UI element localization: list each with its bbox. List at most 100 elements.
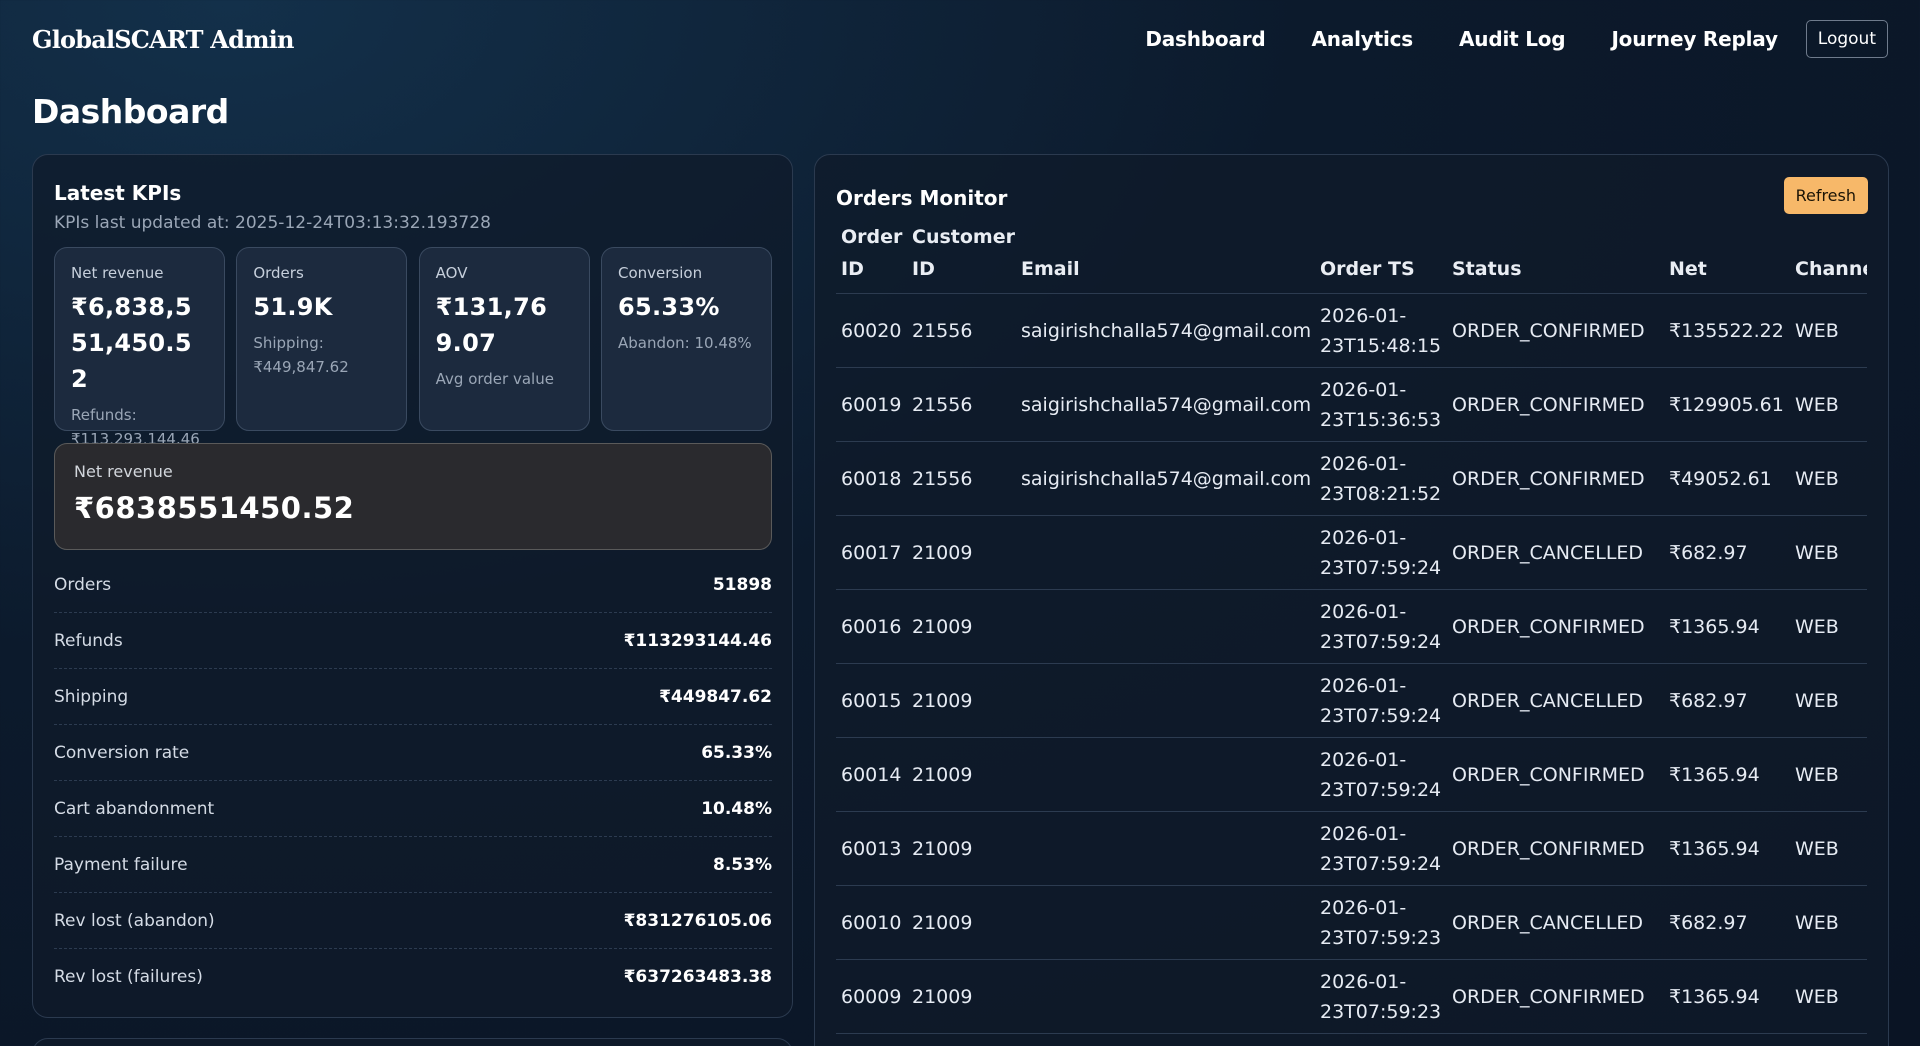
col-email[interactable]: Email <box>1016 221 1315 294</box>
cell-order-id: 60014 <box>836 737 907 812</box>
table-row[interactable]: 60017 21009 2026-01-23T07:59:24 ORDER_CA… <box>836 515 1867 590</box>
col-customer-id[interactable]: Customer ID <box>907 221 1016 294</box>
table-row[interactable]: 60014 21009 2026-01-23T07:59:24 ORDER_CO… <box>836 737 1867 812</box>
kpi-row-label: Cart abandonment <box>54 798 215 819</box>
net-revenue-highlight: Net revenue ₹6838551450.52 <box>54 443 772 550</box>
nav-dashboard[interactable]: Dashboard <box>1145 27 1265 51</box>
cell-status: ORDER_CONFIRMED <box>1447 293 1664 368</box>
cell-status: ORDER_CANCELLED <box>1447 663 1664 738</box>
orders-table-container[interactable]: Order ID Customer ID Email Order TS Stat… <box>836 221 1867 1034</box>
cell-status: ORDER_CONFIRMED <box>1447 737 1664 812</box>
orders-table-header: Order ID Customer ID Email Order TS Stat… <box>836 221 1867 294</box>
cell-status: ORDER_CONFIRMED <box>1447 959 1664 1034</box>
kpi-row-label: Conversion rate <box>54 742 190 763</box>
table-row[interactable]: 60020 21556 saigirishchalla574@gmail.com… <box>836 293 1867 368</box>
orders-monitor-card: Orders Monitor Refresh Order ID Customer… <box>814 154 1889 1046</box>
kpi-row-orders: Orders 51898 <box>54 557 772 613</box>
refresh-button[interactable]: Refresh <box>1783 177 1868 214</box>
kpis-header: Latest KPIs KPIs last updated at: 2025-1… <box>54 181 491 233</box>
kpi-row-rev-lost-abandon: Rev lost (abandon) ₹831276105.06 <box>54 893 772 949</box>
cell-order-id: 60017 <box>836 515 907 590</box>
tile-sub: Shipping: ₹449,847.62 <box>253 334 349 376</box>
kpi-row-value: 8.53% <box>713 854 772 875</box>
col-channel[interactable]: Channel <box>1790 221 1867 294</box>
cell-customer-id: 21009 <box>907 811 1016 886</box>
kpi-row-label: Payment failure <box>54 854 188 875</box>
cell-email <box>1016 589 1315 664</box>
cell-order-ts: 2026-01-23T07:59:23 <box>1315 885 1447 960</box>
col-net[interactable]: Net <box>1664 221 1790 294</box>
highlight-label: Net revenue <box>74 462 173 481</box>
kpi-row-value: 51898 <box>712 574 772 595</box>
cell-net: ₹682.97 <box>1664 885 1790 960</box>
kpi-detail-list: Orders 51898 Refunds ₹113293144.46 Shipp… <box>54 557 772 1005</box>
cell-net: ₹1365.94 <box>1664 589 1790 664</box>
col-status[interactable]: Status <box>1447 221 1664 294</box>
kpi-row-value: ₹637263483.38 <box>623 967 772 987</box>
kpi-row-value: ₹831276105.06 <box>623 910 772 931</box>
kpi-row-payment-failure: Payment failure 8.53% <box>54 837 772 893</box>
cell-customer-id: 21556 <box>907 367 1016 442</box>
cell-email: saigirishchalla574@gmail.com <box>1016 293 1315 368</box>
cell-order-id: 60009 <box>836 959 907 1034</box>
kpi-tiles: Net revenue ₹6,838,551,450.52 Refunds: ₹… <box>54 247 772 448</box>
secondary-card <box>32 1038 793 1046</box>
nav-audit-log[interactable]: Audit Log <box>1459 27 1566 51</box>
cell-order-id: 60020 <box>836 293 907 368</box>
nav-journey-replay[interactable]: Journey Replay <box>1611 27 1778 51</box>
tile-value: 65.33% <box>617 293 720 321</box>
cell-status: ORDER_CANCELLED <box>1447 885 1664 960</box>
cell-email <box>1016 885 1315 960</box>
table-row[interactable]: 60016 21009 2026-01-23T07:59:24 ORDER_CO… <box>836 589 1867 664</box>
cell-channel: WEB <box>1790 589 1867 664</box>
tile-value: 51.9K <box>253 293 333 321</box>
cell-net: ₹1365.94 <box>1664 959 1790 1034</box>
tile-label: Orders <box>253 264 304 282</box>
cell-order-id: 60018 <box>836 441 907 516</box>
table-row[interactable]: 60018 21556 saigirishchalla574@gmail.com… <box>836 441 1867 516</box>
kpi-row-label: Orders <box>54 574 112 595</box>
cell-email: saigirishchalla574@gmail.com <box>1016 441 1315 516</box>
app-brand: GlobalSCART Admin <box>32 24 294 54</box>
kpi-tile-conversion: Conversion 65.33% Abandon: 10.48% <box>600 247 772 431</box>
table-row[interactable]: 60013 21009 2026-01-23T07:59:24 ORDER_CO… <box>836 811 1867 886</box>
nav-analytics[interactable]: Analytics <box>1312 27 1414 51</box>
cell-order-ts: 2026-01-23T15:36:53 <box>1315 367 1447 442</box>
cell-order-ts: 2026-01-23T07:59:24 <box>1315 737 1447 812</box>
kpi-row-label: Rev lost (abandon) <box>54 910 215 931</box>
cell-order-ts: 2026-01-23T07:59:24 <box>1315 811 1447 886</box>
tile-label: Net revenue <box>71 264 164 282</box>
cell-order-ts: 2026-01-23T08:21:52 <box>1315 441 1447 516</box>
table-row[interactable]: 60015 21009 2026-01-23T07:59:24 ORDER_CA… <box>836 663 1867 738</box>
kpi-row-label: Refunds <box>54 630 123 651</box>
cell-net: ₹1365.94 <box>1664 811 1790 886</box>
col-order-ts[interactable]: Order TS <box>1315 221 1447 294</box>
cell-email <box>1016 959 1315 1034</box>
latest-kpis-card: Latest KPIs KPIs last updated at: 2025-1… <box>32 154 793 1018</box>
kpi-row-cart-abandonment: Cart abandonment 10.48% <box>54 781 772 837</box>
cell-channel: WEB <box>1790 293 1867 368</box>
cell-order-id: 60010 <box>836 885 907 960</box>
cell-status: ORDER_CONFIRMED <box>1447 441 1664 516</box>
orders-title: Orders Monitor <box>836 186 1008 210</box>
cell-customer-id: 21556 <box>907 293 1016 368</box>
kpi-row-value: ₹449847.62 <box>659 686 772 707</box>
cell-channel: WEB <box>1790 515 1867 590</box>
table-row[interactable]: 60019 21556 saigirishchalla574@gmail.com… <box>836 367 1867 442</box>
cell-net: ₹682.97 <box>1664 515 1790 590</box>
kpi-row-value: ₹113293144.46 <box>623 630 772 651</box>
tile-value: ₹6,838,551,450.52 <box>71 293 192 393</box>
col-order-id[interactable]: Order ID <box>836 221 907 294</box>
cell-order-ts: 2026-01-23T07:59:23 <box>1315 959 1447 1034</box>
cell-email: saigirishchalla574@gmail.com <box>1016 367 1315 442</box>
cell-channel: WEB <box>1790 663 1867 738</box>
logout-button[interactable]: Logout <box>1805 20 1888 58</box>
kpi-row-conversion-rate: Conversion rate 65.33% <box>54 725 772 781</box>
table-row[interactable]: 60010 21009 2026-01-23T07:59:23 ORDER_CA… <box>836 885 1867 960</box>
cell-customer-id: 21556 <box>907 441 1016 516</box>
kpi-tile-net-revenue: Net revenue ₹6,838,551,450.52 Refunds: ₹… <box>54 247 225 448</box>
tile-label: Conversion <box>617 264 703 282</box>
kpi-row-rev-lost-failures: Rev lost (failures) ₹637263483.38 <box>54 949 772 1005</box>
table-row[interactable]: 60009 21009 2026-01-23T07:59:23 ORDER_CO… <box>836 959 1867 1034</box>
cell-status: ORDER_CONFIRMED <box>1447 589 1664 664</box>
